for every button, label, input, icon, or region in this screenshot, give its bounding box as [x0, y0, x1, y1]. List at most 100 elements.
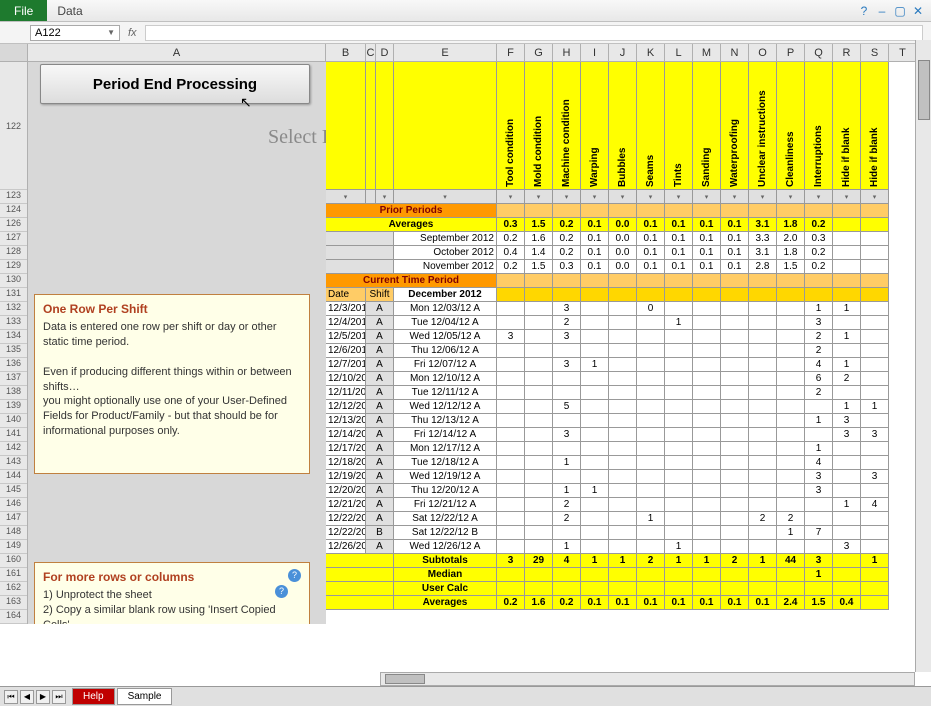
cell[interactable]: [749, 358, 777, 372]
cell[interactable]: [721, 484, 749, 498]
cell[interactable]: [525, 274, 553, 288]
cell[interactable]: [861, 288, 889, 302]
cell[interactable]: [553, 582, 581, 596]
cell[interactable]: [721, 582, 749, 596]
cell[interactable]: Hide if blank: [861, 62, 889, 190]
cell[interactable]: 12/14/2012: [326, 428, 366, 442]
cell[interactable]: ▾: [525, 190, 553, 204]
tab-nav-last-icon[interactable]: ⏭: [52, 690, 66, 704]
cell[interactable]: 1: [833, 302, 861, 316]
cell[interactable]: [721, 400, 749, 414]
cell[interactable]: [609, 456, 637, 470]
cell[interactable]: [497, 442, 525, 456]
cell[interactable]: ▾: [553, 190, 581, 204]
cell[interactable]: [581, 470, 609, 484]
cell[interactable]: 3: [553, 358, 581, 372]
cell[interactable]: [861, 414, 889, 428]
cell[interactable]: Prior Periods: [326, 204, 497, 218]
cell[interactable]: [581, 386, 609, 400]
cell[interactable]: [637, 540, 665, 554]
col-A[interactable]: A: [28, 44, 326, 61]
cell[interactable]: 12/21/2012: [326, 498, 366, 512]
tab-nav-prev-icon[interactable]: ◀: [20, 690, 34, 704]
cell[interactable]: [525, 470, 553, 484]
col-E[interactable]: E: [394, 44, 497, 61]
cell[interactable]: [693, 204, 721, 218]
cell[interactable]: A: [366, 414, 394, 428]
cell[interactable]: [665, 414, 693, 428]
cell[interactable]: [693, 400, 721, 414]
cell[interactable]: A: [366, 428, 394, 442]
cell[interactable]: 3: [833, 540, 861, 554]
cell[interactable]: [497, 470, 525, 484]
cell[interactable]: A: [366, 456, 394, 470]
cell[interactable]: 0.2: [553, 596, 581, 610]
cell[interactable]: [525, 498, 553, 512]
cell[interactable]: [749, 582, 777, 596]
cell[interactable]: 1.8: [777, 218, 805, 232]
cell[interactable]: Tool condition: [497, 62, 525, 190]
cell[interactable]: [833, 274, 861, 288]
cell[interactable]: [581, 456, 609, 470]
cell[interactable]: [749, 470, 777, 484]
cell[interactable]: [665, 428, 693, 442]
cell[interactable]: [693, 330, 721, 344]
cell[interactable]: [637, 582, 665, 596]
cell[interactable]: 12/19/2012: [326, 470, 366, 484]
cell[interactable]: 3.3: [749, 232, 777, 246]
cell[interactable]: 1: [833, 330, 861, 344]
cell[interactable]: [721, 288, 749, 302]
cell[interactable]: 3: [861, 428, 889, 442]
cell[interactable]: Bubbles: [609, 62, 637, 190]
cell[interactable]: 4: [805, 456, 833, 470]
cell[interactable]: [777, 400, 805, 414]
cell[interactable]: 7: [805, 526, 833, 540]
cell[interactable]: 1: [805, 414, 833, 428]
cell[interactable]: [609, 414, 637, 428]
cell[interactable]: 12/6/2012: [326, 344, 366, 358]
cell[interactable]: 0.1: [665, 232, 693, 246]
cell[interactable]: [525, 400, 553, 414]
cell[interactable]: [665, 330, 693, 344]
cell[interactable]: [721, 316, 749, 330]
cell[interactable]: Mold condition: [525, 62, 553, 190]
cell[interactable]: [581, 344, 609, 358]
cell[interactable]: [721, 372, 749, 386]
cell[interactable]: [861, 512, 889, 526]
cell[interactable]: [861, 484, 889, 498]
cell[interactable]: Wed 12/26/12 A: [394, 540, 497, 554]
cell[interactable]: [525, 372, 553, 386]
cell[interactable]: [861, 372, 889, 386]
cell[interactable]: 12/18/2012: [326, 456, 366, 470]
cell[interactable]: Mon 12/03/12 A: [394, 302, 497, 316]
cell[interactable]: [497, 344, 525, 358]
cell[interactable]: Averages: [394, 596, 497, 610]
cell[interactable]: 0.1: [637, 246, 665, 260]
cell[interactable]: [326, 596, 394, 610]
col-M[interactable]: M: [693, 44, 721, 61]
cell[interactable]: 12/12/2012: [326, 400, 366, 414]
col-G[interactable]: G: [525, 44, 553, 61]
cell[interactable]: [693, 414, 721, 428]
cell[interactable]: [721, 512, 749, 526]
cell[interactable]: [861, 232, 889, 246]
cell[interactable]: Averages: [326, 218, 497, 232]
cell[interactable]: [609, 316, 637, 330]
cell[interactable]: 0.2: [497, 260, 525, 274]
cell[interactable]: 0.1: [749, 596, 777, 610]
cell[interactable]: [609, 582, 637, 596]
cell[interactable]: 0.4: [833, 596, 861, 610]
cell[interactable]: A: [366, 302, 394, 316]
vertical-scrollbar[interactable]: [915, 40, 931, 672]
cell[interactable]: [497, 400, 525, 414]
cell[interactable]: A: [366, 316, 394, 330]
cell[interactable]: [581, 302, 609, 316]
cell[interactable]: [609, 386, 637, 400]
cell[interactable]: 0.1: [693, 260, 721, 274]
cell[interactable]: 12/4/2012: [326, 316, 366, 330]
cell[interactable]: 0.2: [805, 246, 833, 260]
cell[interactable]: [861, 204, 889, 218]
cell[interactable]: [861, 260, 889, 274]
cell[interactable]: [833, 582, 861, 596]
cell[interactable]: [326, 568, 394, 582]
